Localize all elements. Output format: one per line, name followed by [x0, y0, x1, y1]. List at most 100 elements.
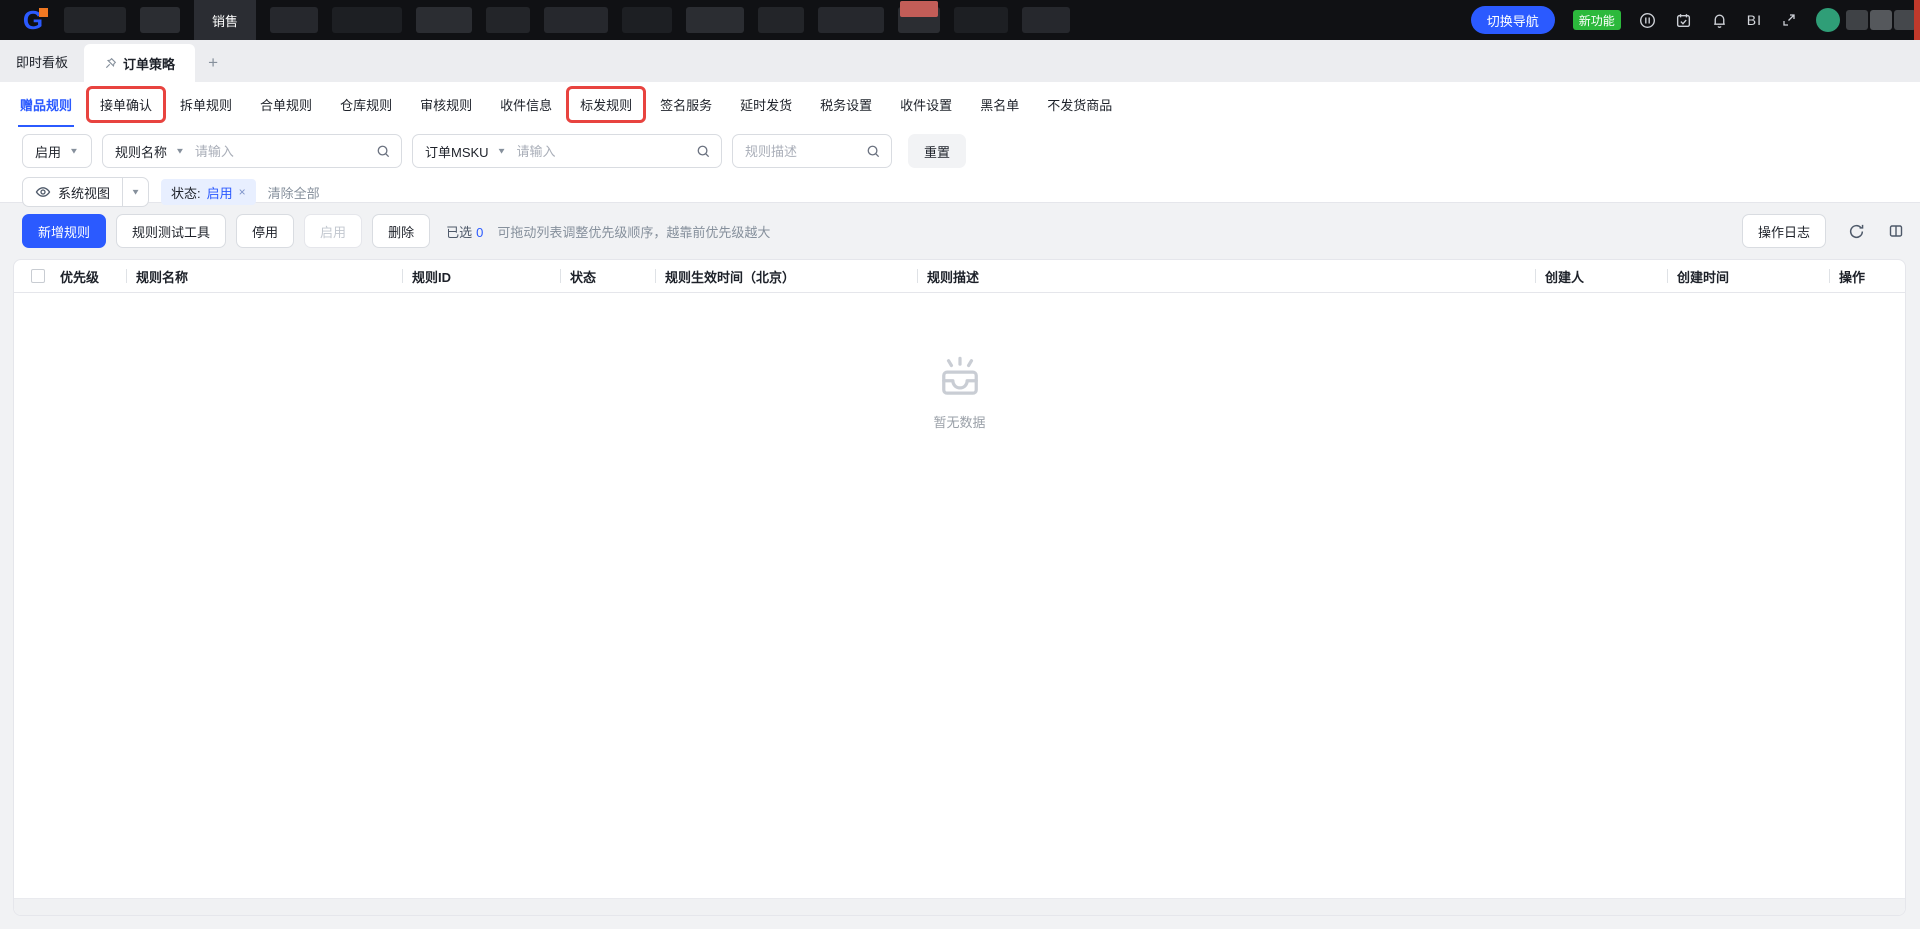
rule-name-select-value: 规则名称	[115, 144, 168, 160]
redacted-menu-item[interactable]	[544, 7, 609, 33]
redacted-menu-item[interactable]	[332, 7, 403, 33]
logo-g-icon: G	[22, 5, 49, 35]
redacted-menu-item[interactable]	[818, 7, 885, 33]
help-circle-icon[interactable]	[1639, 11, 1657, 29]
column-priority: 优先级	[60, 269, 100, 285]
selected-label: 已选	[446, 224, 473, 240]
select-all-checkbox-cell	[14, 260, 50, 292]
subtab-split-rules[interactable]: 拆单规则	[178, 89, 234, 120]
tab-dashboard[interactable]: 即时看板	[0, 40, 84, 82]
subtab-recipient-info[interactable]: 收件信息	[498, 89, 554, 120]
msku-select-value: 订单MSKU	[425, 144, 489, 160]
task-calendar-icon[interactable]	[1675, 11, 1693, 29]
tab-strip: 即时看板 订单策略 +	[0, 40, 1920, 82]
refresh-icon[interactable]	[1846, 221, 1866, 241]
reset-button[interactable]: 重置	[908, 134, 967, 168]
subtab-no-ship-products[interactable]: 不发货商品	[1045, 89, 1114, 120]
column-rule-id: 规则ID	[402, 260, 560, 292]
subtab-delayed-shipping[interactable]: 延时发货	[738, 89, 794, 120]
column-rule-name: 规则名称	[126, 260, 402, 292]
rule-name-input[interactable]	[194, 143, 366, 159]
redacted-menu-item[interactable]	[140, 7, 180, 33]
topbar-menu: 销售	[64, 0, 1071, 40]
tag-close-icon[interactable]: ×	[239, 185, 246, 199]
chevron-down-icon: ▼	[130, 187, 141, 197]
search-icon[interactable]	[376, 144, 391, 159]
table-footer-bar	[14, 898, 1905, 915]
subtab-order-confirm[interactable]: 接单确认	[86, 86, 167, 123]
rule-test-tool-button[interactable]: 规则测试工具	[116, 214, 227, 248]
subtab-label-ship-rules-label: 标发规则	[580, 98, 633, 113]
new-feature-badge[interactable]: 新功能	[1572, 10, 1621, 30]
edge-red-strip	[1914, 0, 1920, 40]
column-settings-icon[interactable]	[1886, 221, 1906, 241]
clear-all-link[interactable]: 清除全部	[268, 183, 320, 202]
redacted-menu-item[interactable]	[416, 7, 473, 33]
msku-filter-group: 订单MSKU ▼	[412, 134, 722, 168]
bi-link[interactable]: BI	[1747, 12, 1762, 28]
subtab-parcel-settings[interactable]: 收件设置	[898, 89, 954, 120]
tab-order-strategy[interactable]: 订单策略	[84, 44, 196, 82]
redacted-menu-item[interactable]	[622, 7, 673, 33]
subtab-signature-service[interactable]: 签名服务	[658, 89, 714, 120]
redacted-menu-item[interactable]	[270, 7, 319, 33]
msku-input[interactable]	[516, 143, 686, 159]
redacted-menu-item[interactable]	[954, 7, 1009, 33]
subtab-review-rules[interactable]: 审核规则	[418, 89, 474, 120]
redacted-notification-badge	[900, 1, 939, 17]
column-creator: 创建人	[1535, 260, 1667, 292]
expand-icon[interactable]	[1780, 11, 1798, 29]
column-effective-time: 规则生效时间（北京）	[655, 260, 917, 292]
subtab-bar: 赠品规则 接单确认 拆单规则 合单规则 仓库规则 审核规则 收件信息 标发规则 …	[0, 82, 1920, 127]
add-rule-button[interactable]: 新增规则	[22, 214, 107, 248]
operation-log-button[interactable]: 操作日志	[1741, 214, 1826, 248]
table-header: 优先级 规则名称 规则ID 状态 规则生效时间（北京） 规则描述 创建人 创建时…	[14, 260, 1905, 293]
table-toolbar: 新增规则 规则测试工具 停用 启用 删除 已选 0 可拖动列表调整优先级顺序，越靠…	[0, 203, 1920, 259]
tab-order-strategy-label: 订单策略	[123, 56, 176, 72]
delete-button[interactable]: 删除	[372, 214, 431, 248]
drag-hint-text: 可拖动列表调整优先级顺序，越靠前优先级越大	[497, 224, 771, 240]
user-avatar	[1816, 8, 1840, 32]
tab-add-button[interactable]: +	[195, 44, 231, 82]
rule-desc-input[interactable]	[745, 143, 856, 159]
select-all-checkbox[interactable]	[31, 269, 45, 283]
status-filter-tag: 状态: 启用 ×	[161, 179, 256, 205]
nav-toggle-button[interactable]: 切换导航	[1470, 6, 1555, 34]
msku-field-select[interactable]: 订单MSKU ▼	[413, 142, 516, 161]
chevron-down-icon: ▼	[496, 146, 507, 156]
empty-state-text: 暂无数据	[933, 415, 986, 430]
redacted-menu-item[interactable]	[758, 7, 805, 33]
subtab-merge-rules[interactable]: 合单规则	[258, 89, 314, 120]
user-account[interactable]	[1816, 8, 1916, 32]
redacted-menu-item[interactable]	[898, 1, 941, 33]
redacted-menu-item[interactable]	[64, 7, 126, 33]
pin-icon[interactable]	[104, 57, 117, 70]
rule-name-filter-group: 规则名称 ▼	[102, 134, 402, 168]
column-status: 状态	[560, 260, 655, 292]
topbar-actions: 切换导航 新功能 BI	[1470, 0, 1920, 40]
notification-bell-icon[interactable]	[1711, 11, 1729, 29]
selected-count-text: 已选 0	[446, 222, 483, 241]
subtab-warehouse-rules[interactable]: 仓库规则	[338, 89, 394, 120]
redacted-username	[1846, 10, 1916, 30]
app-logo[interactable]: G	[0, 0, 64, 40]
redacted-menu-item[interactable]	[1022, 7, 1071, 33]
subtab-blacklist[interactable]: 黑名单	[978, 89, 1021, 120]
subtab-gift-rules[interactable]: 赠品规则	[18, 89, 75, 127]
view-select-expand[interactable]: ▼	[122, 178, 148, 206]
redacted-menu-item[interactable]	[686, 7, 745, 33]
subtab-tax-settings[interactable]: 税务设置	[818, 89, 874, 120]
disable-button[interactable]: 停用	[236, 214, 295, 248]
empty-state: 暂无数据	[14, 355, 1905, 431]
search-icon[interactable]	[866, 144, 881, 159]
enable-button: 启用	[304, 214, 363, 248]
search-icon[interactable]	[696, 144, 711, 159]
redacted-menu-item[interactable]	[486, 7, 531, 33]
chevron-down-icon: ▼	[175, 146, 185, 156]
rule-name-field-select[interactable]: 规则名称 ▼	[103, 142, 195, 161]
status-select[interactable]: 启用 ▼	[22, 134, 92, 168]
menu-item-sales[interactable]: 销售	[194, 0, 257, 40]
filter-row-1: 启用 ▼ 规则名称 ▼ 订单MSKU ▼	[0, 133, 1920, 169]
column-actions: 操作	[1829, 260, 1905, 292]
subtab-label-ship-rules[interactable]: 标发规则	[566, 86, 647, 123]
